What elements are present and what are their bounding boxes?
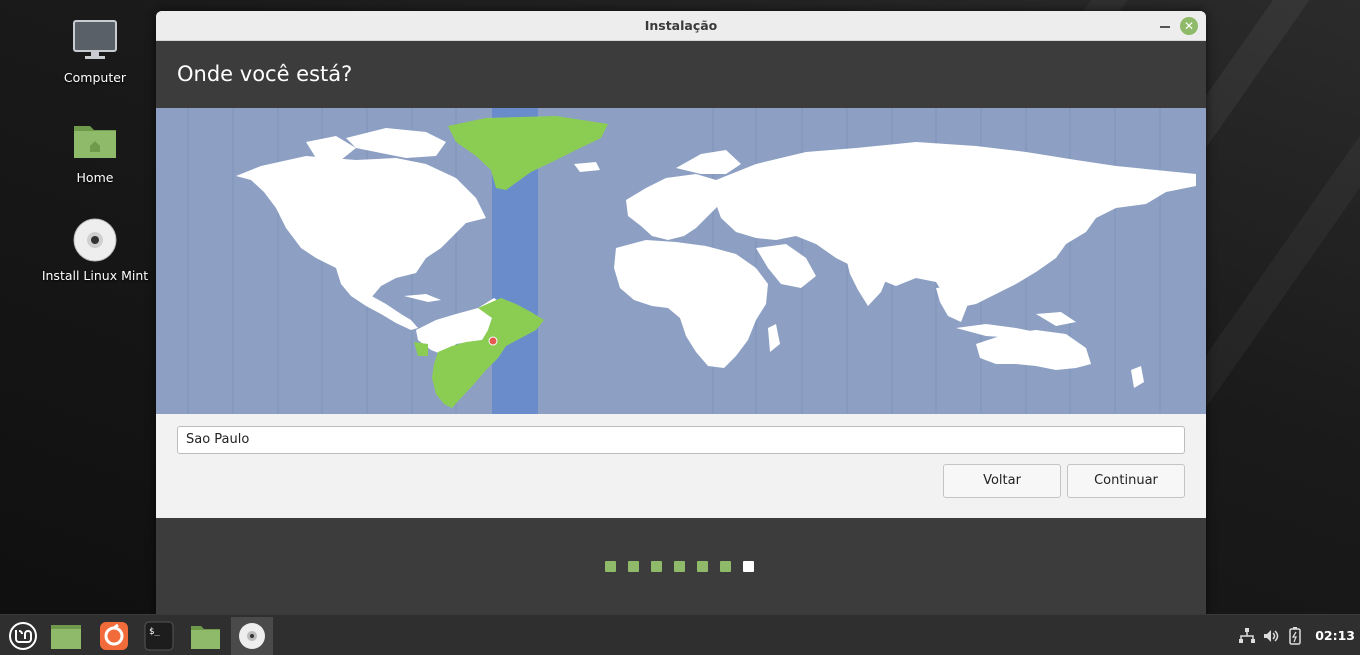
location-input[interactable]: Sao Paulo [177,426,1185,454]
disc-icon [239,623,265,649]
content-area: Sao Paulo Voltar Continuar [156,414,1206,518]
installer-window: Instalação ✕ Onde você está? Sao Paulo V… [156,11,1206,615]
clock[interactable]: 02:13 [1315,615,1355,655]
system-tray: 02:13 [1230,615,1360,655]
desktop-icon-computer[interactable]: Computer [35,18,155,85]
desktop-icon-install[interactable]: Install Linux Mint [35,216,155,283]
files-launcher[interactable] [184,617,226,655]
progress-step [651,561,662,572]
terminal-icon: $_ [144,621,174,651]
show-desktop-button[interactable] [44,617,86,655]
volume-icon[interactable] [1262,627,1280,645]
desktop-icon-label: Computer [63,70,127,85]
taskbar: $_ 02:13 [0,614,1360,655]
installer-task[interactable] [231,617,273,655]
close-icon: ✕ [1183,19,1195,33]
back-button[interactable]: Voltar [943,464,1061,498]
mint-logo-icon [9,622,37,650]
desktop-icon-label: Install Linux Mint [41,268,149,283]
window-titlebar[interactable]: Instalação ✕ [156,11,1206,41]
progress-steps [605,561,754,572]
folder-icon [191,626,220,649]
minimize-button[interactable] [1160,26,1170,28]
desktop-icon-home[interactable]: Home [35,118,155,185]
window-title: Instalação [644,18,718,33]
firefox-launcher[interactable] [92,617,134,655]
firefox-icon [100,622,128,650]
desktop-icon [51,625,81,649]
timezone-map[interactable] [156,108,1206,414]
progress-panel [156,518,1206,615]
desktop-icon-label: Home [76,170,114,185]
battery-icon[interactable] [1286,627,1304,645]
network-icon[interactable] [1238,627,1256,645]
disc-icon [71,216,119,264]
page-header: Onde você está? [156,41,1206,108]
progress-step [605,561,616,572]
selected-location-marker [488,336,498,346]
svg-text:$_: $_ [149,627,160,637]
world-map-svg [187,108,1196,414]
menu-button[interactable] [2,617,44,655]
close-button[interactable]: ✕ [1180,17,1198,35]
progress-step [628,561,639,572]
continue-button[interactable]: Continuar [1067,464,1185,498]
progress-step [697,561,708,572]
progress-step [674,561,685,572]
terminal-launcher[interactable]: $_ [138,617,180,655]
progress-step [720,561,731,572]
computer-icon [71,18,119,66]
home-folder-icon [71,118,119,166]
progress-step-current [743,561,754,572]
